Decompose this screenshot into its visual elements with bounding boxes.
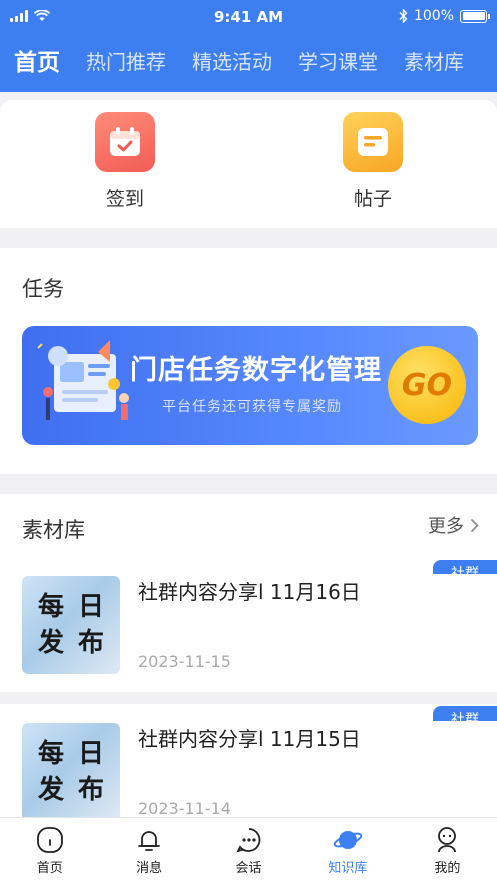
post-shortcut[interactable]: 帖子 [313,112,433,211]
bottom-tab-bar: 首页 消息 会话 知识库 我的 [0,817,497,883]
task-section-title: 任务 [22,277,64,301]
bell-icon [138,831,161,851]
tabbar-profile-label: 我的 [434,861,461,876]
tab-hot-recommend[interactable]: 热门推荐 [86,46,166,75]
post-label: 帖子 [353,188,392,210]
user-icon [438,827,457,853]
thumb-char: 日 [77,739,104,769]
home-icon [36,827,63,853]
task-banner[interactable]: 门店任务数字化管理 平台任务还可获得专属奖励 GO [22,326,478,445]
tabbar-messages[interactable]: 消息 [99,818,198,883]
tabbar-messages-label: 消息 [136,861,163,876]
battery-percent: 100% [413,8,454,24]
card-thumbnail: 每 日 发 布 [22,576,120,674]
banner-title: 门店任务数字化管理 [130,355,382,386]
planet-icon [333,831,363,849]
status-right: 100% [399,8,490,24]
task-section: 任务 门店任务数字化管理 平台任务还可获得专属奖励 GO [0,248,497,474]
banner-go-button[interactable]: GO [388,346,466,424]
thumb-char: 每 [37,739,64,769]
thumb-char: 发 [37,628,64,658]
thumb-char: 布 [77,628,104,658]
tabbar-chat[interactable]: 会话 [199,818,298,883]
shortcut-panel: 签到 帖子 [0,100,497,228]
card-title: 社群内容分享l 11月16日 [138,580,361,604]
battery-icon [460,9,490,23]
chevron-right-icon [470,518,479,532]
tab-learning-class[interactable]: 学习课堂 [298,46,378,75]
more-link[interactable]: 更多 [428,512,479,538]
chat-icon [235,828,260,853]
bluetooth-icon [399,9,408,23]
status-bar: 9:41 AM 100% [0,0,497,36]
banner-subtitle: 平台任务还可获得专属奖励 [162,399,342,415]
more-label: 更多 [428,516,464,537]
category-tabs: 首页 热门推荐 精选活动 学习课堂 素材库 [0,40,497,80]
card-divider [0,692,497,704]
tab-home[interactable]: 首页 [14,43,60,77]
tabbar-knowledge[interactable]: 知识库 [298,818,397,883]
thumb-char: 布 [77,775,104,805]
thumb-char: 发 [37,775,64,805]
materials-section-title: 素材库 [22,518,85,542]
card-date: 2023-11-14 [138,799,231,818]
card-date: 2023-11-15 [138,652,231,671]
banner-illustration [37,340,129,420]
card-thumbnail: 每 日 发 布 [22,723,120,821]
thumb-char: 每 [37,592,64,622]
card-title: 社群内容分享l 11月15日 [138,727,361,751]
checkin-label: 签到 [105,188,144,210]
top-header: 9:41 AM 100% 首页 热门推荐 精选活动 学习课堂 素材库 [0,0,497,92]
tab-featured-activities[interactable]: 精选活动 [192,46,272,75]
tabbar-home-label: 首页 [36,861,63,876]
thumb-char: 日 [77,592,104,622]
post-icon [343,112,403,172]
material-card[interactable]: 每 日 发 布 社群内容分享l 11月16日 2023-11-15 [0,574,497,696]
tabbar-profile[interactable]: 我的 [398,818,497,883]
calendar-check-icon [95,112,155,172]
checkin-shortcut[interactable]: 签到 [65,112,185,211]
tab-materials[interactable]: 素材库 [404,46,464,75]
tabbar-chat-label: 会话 [235,861,262,876]
tabbar-home[interactable]: 首页 [0,818,99,883]
tabbar-knowledge-label: 知识库 [328,861,368,876]
